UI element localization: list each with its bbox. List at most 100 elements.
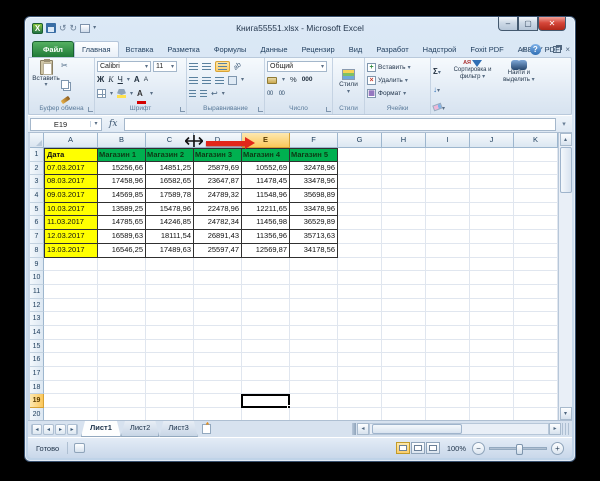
font-size-select[interactable]: 11 ▾ <box>153 61 177 72</box>
format-cells-button[interactable]: ▦ Формат ▾ <box>367 87 428 100</box>
cell-A7[interactable]: 12.03.2017 <box>44 230 98 244</box>
cell-I5[interactable] <box>426 202 470 217</box>
row-header-15[interactable]: 15 <box>30 339 44 354</box>
decrease-decimal-icon[interactable]: 00 <box>279 91 285 97</box>
align-top-icon[interactable] <box>189 63 198 70</box>
cell-E8[interactable]: 12569,87 <box>242 243 290 258</box>
insert-cells-button[interactable]: + Вставить ▾ <box>367 61 428 74</box>
selected-cell[interactable] <box>241 393 290 409</box>
cell-C6[interactable]: 14246,85 <box>146 216 194 231</box>
underline-dropdown-icon[interactable]: ▾ <box>127 77 130 83</box>
cell-J14[interactable] <box>470 325 514 340</box>
cell-F20[interactable] <box>290 408 338 420</box>
cell-A9[interactable] <box>44 257 98 272</box>
ribbon-tab-Разметка[interactable]: Разметка <box>160 42 206 57</box>
alignment-dialog-launcher-icon[interactable] <box>258 107 263 112</box>
doc-minimize-icon[interactable]: – <box>545 45 549 55</box>
cell-H17[interactable] <box>382 367 426 381</box>
cell-E18[interactable] <box>242 380 290 395</box>
zoom-level[interactable]: 100% <box>441 444 472 453</box>
column-header-F[interactable]: F <box>290 133 338 148</box>
cell-B19[interactable] <box>98 394 146 409</box>
cell-H16[interactable] <box>382 353 426 367</box>
cell-G18[interactable] <box>338 380 382 395</box>
scroll-down-icon[interactable]: ▾ <box>559 407 572 420</box>
cell-B14[interactable] <box>98 325 146 340</box>
cell-K13[interactable] <box>514 312 558 326</box>
minimize-button[interactable]: – <box>498 17 518 31</box>
cell-C16[interactable] <box>146 353 194 367</box>
cell-C10[interactable] <box>146 271 194 285</box>
cell-A19[interactable] <box>44 394 98 409</box>
cell-I16[interactable] <box>426 353 470 367</box>
cell-K12[interactable] <box>514 298 558 313</box>
zoom-in-icon[interactable]: + <box>551 441 564 455</box>
doc-restore-icon[interactable] <box>553 46 562 53</box>
cell-G2[interactable] <box>338 161 382 176</box>
cell-F13[interactable] <box>290 312 338 326</box>
cell-F6[interactable]: 36529,89 <box>290 216 338 231</box>
styles-button[interactable]: Стили ▾ <box>335 60 362 103</box>
cell-F7[interactable]: 35713,63 <box>290 230 338 244</box>
font-name-select[interactable]: Calibri ▾ <box>97 61 151 72</box>
cell-F18[interactable] <box>290 380 338 395</box>
cell-H6[interactable] <box>382 216 426 231</box>
font-color-icon[interactable]: А <box>137 83 147 104</box>
scroll-right-icon[interactable]: ▸ <box>549 423 561 435</box>
ribbon-tab-Формулы[interactable]: Формулы <box>207 42 254 57</box>
cell-C11[interactable] <box>146 284 194 299</box>
cell-K5[interactable] <box>514 202 558 217</box>
cell-E3[interactable]: 11478,45 <box>242 175 290 190</box>
cell-B17[interactable] <box>98 367 146 381</box>
resize-grip[interactable] <box>562 423 570 435</box>
cell-I7[interactable] <box>426 230 470 244</box>
cell-D11[interactable] <box>194 284 242 299</box>
cell-D20[interactable] <box>194 408 242 420</box>
cell-D17[interactable] <box>194 367 242 381</box>
cell-H10[interactable] <box>382 271 426 285</box>
cell-F16[interactable] <box>290 353 338 367</box>
cell-D8[interactable]: 25597,47 <box>194 243 242 258</box>
cell-A12[interactable] <box>44 298 98 313</box>
fill-handle[interactable] <box>287 405 290 409</box>
cell-K1[interactable] <box>514 148 558 162</box>
cell-G3[interactable] <box>338 175 382 190</box>
cell-I18[interactable] <box>426 380 470 395</box>
cell-F10[interactable] <box>290 271 338 285</box>
row-header-2[interactable]: 2 <box>30 161 44 176</box>
cell-D12[interactable] <box>194 298 242 313</box>
comma-style-button[interactable]: 000 <box>302 75 313 85</box>
insert-sheet-icon[interactable]: * <box>200 421 214 437</box>
select-all-corner[interactable] <box>30 133 44 148</box>
row-header-6[interactable]: 6 <box>30 216 44 231</box>
cell-B13[interactable] <box>98 312 146 326</box>
cell-D4[interactable]: 24789,32 <box>194 189 242 203</box>
cell-J1[interactable] <box>470 148 514 162</box>
cell-E17[interactable] <box>242 367 290 381</box>
cell-H9[interactable] <box>382 257 426 272</box>
cell-B5[interactable]: 13589,25 <box>98 202 146 217</box>
cell-H12[interactable] <box>382 298 426 313</box>
cell-A3[interactable]: 08.03.2017 <box>44 175 98 190</box>
cell-B12[interactable] <box>98 298 146 313</box>
cell-G17[interactable] <box>338 367 382 381</box>
cell-E6[interactable]: 11456,98 <box>242 216 290 231</box>
zoom-slider[interactable] <box>489 443 547 455</box>
cell-H18[interactable] <box>382 380 426 395</box>
cell-B3[interactable]: 17458,96 <box>98 175 146 190</box>
cell-J9[interactable] <box>470 257 514 272</box>
clipboard-dialog-launcher-icon[interactable] <box>88 107 93 112</box>
cell-K3[interactable] <box>514 175 558 190</box>
first-sheet-icon[interactable]: ◂ <box>31 423 42 435</box>
row-header-20[interactable]: 20 <box>30 408 44 420</box>
horizontal-scrollbar[interactable] <box>369 423 549 435</box>
cell-G14[interactable] <box>338 325 382 340</box>
delete-cells-button[interactable]: × Удалить ▾ <box>367 74 428 87</box>
cell-G9[interactable] <box>338 257 382 272</box>
zoom-slider-thumb[interactable] <box>516 443 523 455</box>
cell-F9[interactable] <box>290 257 338 272</box>
cell-H8[interactable] <box>382 243 426 258</box>
column-header-H[interactable]: H <box>382 133 426 148</box>
row-header-9[interactable]: 9 <box>30 257 44 272</box>
cell-K18[interactable] <box>514 380 558 395</box>
